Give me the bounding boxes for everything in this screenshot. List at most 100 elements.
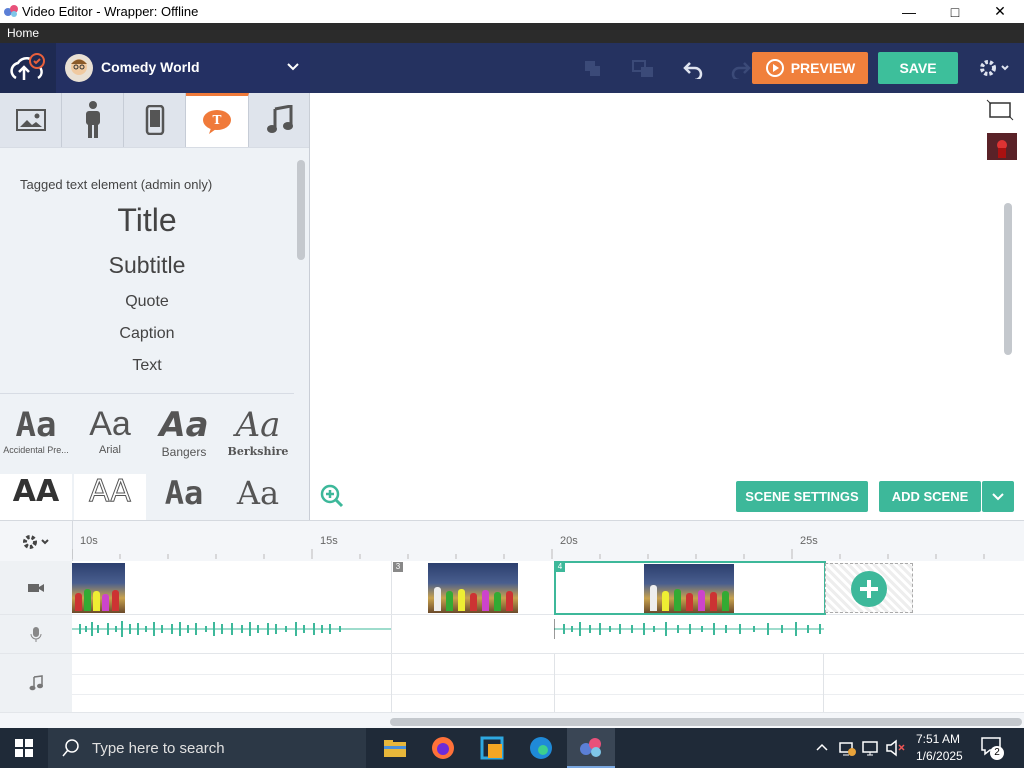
save-button[interactable]: SAVE	[878, 52, 958, 84]
preview-button[interactable]: PREVIEW	[752, 52, 868, 84]
music-note-icon	[266, 105, 293, 133]
character-thumb-icon	[997, 140, 1007, 158]
taskbar-video-editor[interactable]	[567, 728, 615, 768]
scene-boundary	[391, 654, 392, 712]
stage-scrollbar[interactable]	[1004, 203, 1012, 355]
upload-cloud-icon[interactable]	[8, 52, 46, 84]
timeline-scrollbar[interactable]	[390, 718, 1022, 726]
divider	[0, 393, 294, 394]
font-blackout[interactable]: AA	[0, 474, 72, 520]
svg-text:T: T	[213, 113, 222, 127]
network-icon[interactable]	[838, 739, 856, 757]
audio-waveform[interactable]	[554, 619, 824, 639]
ruler-label: 15s	[320, 535, 338, 547]
close-button[interactable]: ✕	[977, 0, 1023, 23]
maximize-button[interactable]: □	[932, 0, 978, 23]
zoom-in-icon[interactable]	[320, 484, 344, 508]
scene-clip-thumb[interactable]	[644, 564, 734, 613]
ungroup-icon[interactable]	[632, 60, 654, 78]
font-label: Berkshire	[227, 445, 289, 458]
taskbar-file-explorer[interactable]	[371, 728, 419, 768]
music-track	[0, 654, 1024, 713]
taskbar-firefox[interactable]	[419, 728, 467, 768]
stage-canvas[interactable]: SCENE SETTINGS ADD SCENE	[310, 93, 1024, 520]
volume-muted-icon[interactable]	[885, 739, 905, 757]
chevron-down-icon[interactable]	[286, 62, 300, 72]
notification-button[interactable]: 2	[980, 736, 1006, 762]
scene-thumbnail[interactable]	[987, 133, 1017, 160]
microphone-icon	[30, 627, 42, 642]
taskbar-edge[interactable]	[517, 728, 565, 768]
window-title-bar: Video Editor - Wrapper: Offline — □ ✕	[0, 0, 1024, 23]
font-berkshire[interactable]: Aa Berkshire	[222, 405, 294, 465]
tab-characters[interactable]	[62, 93, 124, 147]
user-name: Comedy World	[101, 59, 200, 75]
taskbar-search[interactable]: Type here to search	[48, 728, 366, 768]
app-logo-icon	[580, 738, 601, 757]
taskbar: Type here to search 7:51 AM 1/6/2025 2	[0, 728, 1024, 768]
font-sample: Aa	[236, 474, 280, 512]
ruler-label: 20s	[560, 535, 578, 547]
user-box[interactable]: Comedy World	[56, 43, 310, 93]
windows-logo-icon	[15, 739, 33, 757]
tray-chevron-up-icon[interactable]	[815, 742, 829, 752]
menu-home[interactable]: Home	[7, 26, 39, 40]
crop-frame-icon[interactable]	[986, 99, 1014, 121]
music-note-icon	[29, 675, 43, 691]
panel-divider	[309, 93, 310, 520]
add-scene-dropdown[interactable]	[982, 481, 1014, 512]
notification-badge: 2	[990, 746, 1004, 760]
text-style-quote[interactable]: Quote	[0, 293, 294, 311]
app-window-icon	[480, 736, 504, 760]
redo-icon[interactable]	[730, 59, 752, 79]
firefox-icon	[432, 737, 454, 759]
video-track-head	[0, 561, 72, 614]
text-style-subtitle[interactable]: Subtitle	[0, 252, 294, 279]
tab-sounds[interactable]	[249, 93, 310, 147]
add-scene-slot[interactable]	[825, 563, 913, 613]
start-button[interactable]	[0, 728, 48, 768]
font-sample: Aa	[89, 405, 131, 443]
font-tile-8[interactable]: Aa	[222, 474, 294, 520]
settings-gear-icon[interactable]	[978, 57, 1012, 79]
timeline-settings-icon[interactable]	[20, 533, 54, 551]
text-style-list: Tagged text element (admin only) Title S…	[0, 160, 294, 393]
voice-track-head	[0, 615, 72, 653]
scene-settings-button[interactable]: SCENE SETTINGS	[736, 481, 868, 512]
app-logo-icon	[4, 5, 18, 17]
avatar	[65, 54, 93, 82]
font-sample: Aa	[15, 405, 57, 445]
scene-clip-thumb[interactable]	[72, 563, 125, 613]
font-sample: AA	[89, 474, 132, 510]
clock-date[interactable]: 1/6/2025	[916, 749, 963, 763]
minimize-button[interactable]: —	[886, 0, 932, 23]
group-icon[interactable]	[584, 60, 602, 78]
text-style-text[interactable]: Text	[0, 357, 294, 375]
tab-images[interactable]	[0, 93, 62, 147]
tab-text[interactable]: T	[186, 93, 249, 147]
font-tile-7[interactable]: Aa	[148, 474, 220, 520]
font-bangers[interactable]: Aa Bangers	[148, 405, 220, 465]
font-accidental[interactable]: Aa Accidental Pre...	[0, 405, 72, 465]
taskbar-app[interactable]	[468, 728, 516, 768]
video-track: 3 4	[0, 561, 1024, 615]
undo-icon[interactable]	[682, 59, 704, 79]
scene-number: 4	[555, 562, 565, 572]
clock-time[interactable]: 7:51 AM	[916, 732, 960, 746]
tab-props[interactable]	[124, 93, 186, 147]
font-label: Arial	[98, 444, 121, 456]
ruler-ticks	[72, 549, 985, 559]
text-panel-scrollbar[interactable]	[297, 160, 305, 260]
ruler-label: 25s	[800, 535, 818, 547]
scene-clip-thumb[interactable]	[428, 563, 518, 613]
track-line	[72, 694, 1024, 695]
play-circle-icon	[765, 59, 784, 77]
asset-tabs: T	[0, 93, 310, 147]
display-icon[interactable]	[862, 739, 880, 757]
text-style-caption[interactable]: Caption	[0, 325, 294, 343]
audio-waveform[interactable]	[72, 619, 392, 639]
text-style-title[interactable]: Title	[0, 202, 294, 239]
font-outline[interactable]: AA	[74, 474, 146, 520]
font-arial[interactable]: Aa Arial	[74, 405, 146, 465]
add-scene-button[interactable]: ADD SCENE	[879, 481, 981, 512]
